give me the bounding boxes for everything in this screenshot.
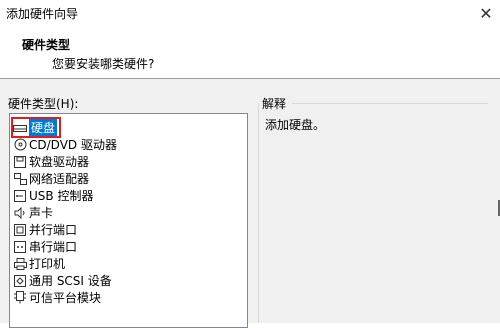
list-item-cd-dvd[interactable]: CD/DVD 驱动器 [13,136,117,153]
hard-disk-icon [13,121,27,135]
list-item-network-adapter[interactable]: 网络适配器 [13,170,89,187]
list-item-sound-card[interactable]: 声卡 [13,204,53,221]
list-item-label: 声卡 [29,206,54,220]
list-item-usb-controller[interactable]: USB 控制器 [13,187,93,204]
list-item-label: 并行端口 [29,223,78,237]
sound-icon [13,206,27,220]
explanation-text: 添加硬盘。 [265,118,326,132]
close-button[interactable]: ✕ [472,0,500,26]
list-item-label: CD/DVD 驱动器 [29,138,117,152]
parallel-port-icon [13,223,27,237]
list-item-label: 可信平台模块 [29,291,102,305]
list-item-parallel-port[interactable]: 并行端口 [13,221,77,238]
cd-dvd-icon [13,138,27,152]
list-item-serial-port[interactable]: 串行端口 [13,238,77,255]
list-item-label: 软盘驱动器 [29,155,90,169]
list-item-label: 打印机 [29,257,66,271]
floppy-icon [13,155,27,169]
hardware-type-label: 硬件类型(H): [8,97,79,111]
list-item-hard-disk[interactable]: 硬盘 [11,117,62,138]
tpm-icon [13,291,27,305]
list-item-printer[interactable]: 打印机 [13,255,65,272]
hardware-type-list[interactable]: 硬盘 CD/DVD 驱动器 软盘驱动器 网络适配器 USB 控制器 声卡 并行端… [9,113,248,328]
explanation-label: 解释 [262,97,287,111]
explanation-group-left-border [258,103,259,323]
wizard-header: 硬件类型 您要安装哪类硬件? [0,26,500,76]
explanation-group-border [292,103,488,104]
list-item-label: 硬盘 [29,119,58,136]
list-item-tpm[interactable]: 可信平台模块 [13,289,101,306]
network-adapter-icon [13,172,27,186]
list-item-label: 串行端口 [29,240,78,254]
close-icon: ✕ [479,3,493,23]
scsi-icon [13,274,27,288]
list-item-generic-scsi[interactable]: 通用 SCSI 设备 [13,272,112,289]
serial-port-icon [13,240,27,254]
title-bar: 添加硬件向导 ✕ [0,0,500,26]
page-title: 硬件类型 [22,38,71,52]
list-item-floppy[interactable]: 软盘驱动器 [13,153,89,170]
printer-icon [13,257,27,271]
list-item-label: 网络适配器 [29,172,90,186]
usb-icon [13,189,27,203]
page-subtitle: 您要安装哪类硬件? [52,57,155,71]
list-item-label: USB 控制器 [29,189,94,203]
list-item-label: 通用 SCSI 设备 [29,274,112,288]
window-title: 添加硬件向导 [6,7,79,21]
